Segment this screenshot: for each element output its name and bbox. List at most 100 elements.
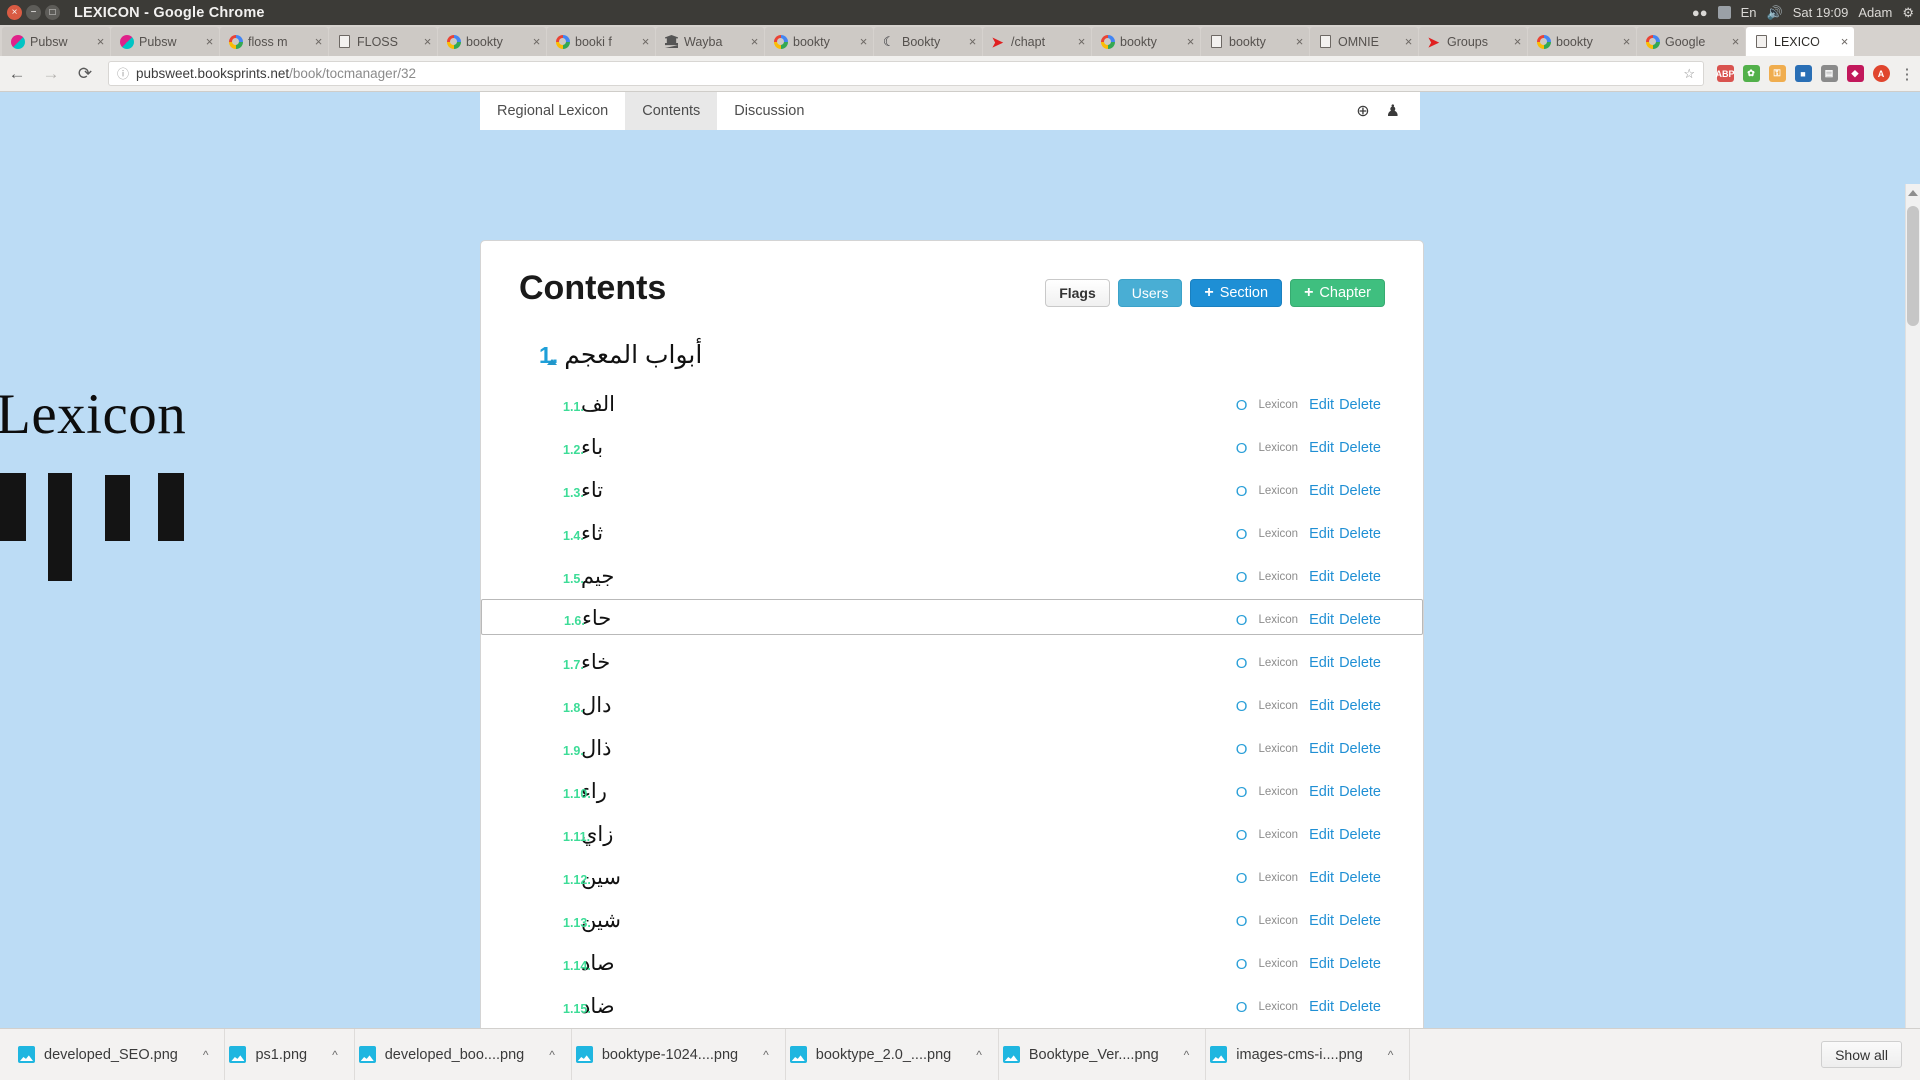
tab-close-icon[interactable]: × (1730, 35, 1741, 48)
edit-link[interactable]: Edit (1309, 526, 1334, 542)
chevron-up-icon[interactable]: ^ (332, 1048, 338, 1062)
browser-tab[interactable]: Google × (1637, 27, 1745, 56)
delete-link[interactable]: Delete (1339, 784, 1381, 800)
browser-tab[interactable]: Pubsw × (111, 27, 219, 56)
browser-tab[interactable]: floss m × (220, 27, 328, 56)
delete-link[interactable]: Delete (1339, 827, 1381, 843)
browser-tab[interactable]: ☾ Bookty × (874, 27, 982, 56)
toc-row[interactable]: 1.5. جيم O Lexicon Edit Delete (481, 549, 1423, 592)
tab-close-icon[interactable]: × (422, 35, 433, 48)
flags-button[interactable]: Flags (1045, 279, 1110, 307)
chevron-up-icon[interactable]: ^ (549, 1048, 555, 1062)
edit-link[interactable]: Edit (1309, 698, 1334, 714)
chevron-up-icon[interactable]: ^ (1184, 1048, 1190, 1062)
status-badge[interactable]: O (1236, 613, 1248, 628)
toc-row[interactable]: 1.3. تاء O Lexicon Edit Delete (481, 463, 1423, 506)
delete-link[interactable]: Delete (1339, 741, 1381, 757)
pink-extension[interactable]: ◆ (1842, 56, 1868, 92)
status-badge[interactable]: O (1236, 441, 1248, 456)
delete-link[interactable]: Delete (1339, 698, 1381, 714)
delete-link[interactable]: Delete (1339, 569, 1381, 585)
chevron-up-icon[interactable]: ^ (763, 1048, 769, 1062)
browser-tab[interactable]: ➤ /chapt × (983, 27, 1091, 56)
status-badge[interactable]: O (1236, 1000, 1248, 1015)
clock[interactable]: Sat 19:09 (1793, 5, 1849, 20)
status-badge[interactable]: O (1236, 527, 1248, 542)
download-item[interactable]: developed_boo....png ^ (355, 1028, 572, 1080)
browser-tab[interactable]: booki f × (547, 27, 655, 56)
tab-close-icon[interactable]: × (858, 35, 869, 48)
browser-tab[interactable]: bookty × (1092, 27, 1200, 56)
gray-extension[interactable]: ▤ (1816, 56, 1842, 92)
edit-link[interactable]: Edit (1309, 612, 1334, 628)
edit-link[interactable]: Edit (1309, 784, 1334, 800)
chevron-up-icon[interactable]: ^ (976, 1048, 982, 1062)
user-icon[interactable]: ♟ (1386, 101, 1400, 121)
tab-contents[interactable]: Contents (625, 92, 718, 130)
toc-row[interactable]: 1.4. ثاء O Lexicon Edit Delete (481, 506, 1423, 549)
window-minimize-button[interactable]: − (26, 5, 41, 20)
delete-link[interactable]: Delete (1339, 956, 1381, 972)
status-badge[interactable]: O (1236, 828, 1248, 843)
delete-link[interactable]: Delete (1339, 440, 1381, 456)
chevron-up-icon[interactable] (547, 359, 557, 365)
toc-row[interactable]: 1.11. زاي O Lexicon Edit Delete (481, 807, 1423, 850)
status-badge[interactable]: O (1236, 785, 1248, 800)
address-bar[interactable]: ⓘ pubsweet.booksprints.net/book/tocmanag… (108, 61, 1704, 86)
toc-row[interactable]: 1.2. باء O Lexicon Edit Delete (481, 420, 1423, 463)
download-item[interactable]: images-cms-i....png ^ (1206, 1028, 1411, 1080)
browser-tab[interactable]: Wayba × (656, 27, 764, 56)
blue-extension[interactable]: ■ (1790, 56, 1816, 92)
forward-button[interactable]: → (34, 56, 68, 92)
edit-link[interactable]: Edit (1309, 913, 1334, 929)
toc-row[interactable]: 1.14. صاد O Lexicon Edit Delete (481, 936, 1423, 979)
browser-tab[interactable]: bookty × (765, 27, 873, 56)
scrollbar-thumb[interactable] (1907, 206, 1919, 326)
edit-link[interactable]: Edit (1309, 956, 1334, 972)
status-badge[interactable]: O (1236, 957, 1248, 972)
page-info-icon[interactable]: ⓘ (117, 65, 129, 82)
status-badge[interactable]: O (1236, 656, 1248, 671)
edit-link[interactable]: Edit (1309, 397, 1334, 413)
delete-link[interactable]: Delete (1339, 999, 1381, 1015)
status-badge[interactable]: O (1236, 699, 1248, 714)
delete-link[interactable]: Delete (1339, 483, 1381, 499)
tab-close-icon[interactable]: × (204, 35, 215, 48)
keyboard-layout-indicator[interactable]: En (1741, 5, 1757, 20)
tab-close-icon[interactable]: × (749, 35, 760, 48)
toc-row[interactable]: 1.8. دال O Lexicon Edit Delete (481, 678, 1423, 721)
toc-row[interactable]: 1.13. شين O Lexicon Edit Delete (481, 893, 1423, 936)
browser-tab[interactable]: Pubsw × (2, 27, 110, 56)
toc-row[interactable]: 1.10. راء O Lexicon Edit Delete (481, 764, 1423, 807)
page-scrollbar[interactable] (1905, 184, 1920, 1052)
users-button[interactable]: Users (1117, 279, 1183, 307)
delete-link[interactable]: Delete (1339, 397, 1381, 413)
edit-link[interactable]: Edit (1309, 870, 1334, 886)
reload-button[interactable]: ⟳ (68, 56, 102, 92)
add-section-button[interactable]: + Section (1190, 279, 1283, 307)
network-icon[interactable]: ●● (1692, 5, 1708, 20)
toc-chapter-row[interactable]: 1. أبواب المعجم (481, 333, 1423, 377)
tab-close-icon[interactable]: × (1621, 35, 1632, 48)
back-button[interactable]: ← (0, 56, 34, 92)
download-item[interactable]: booktype_2.0_....png ^ (786, 1028, 999, 1080)
power-icon[interactable]: ⚙ (1902, 5, 1914, 21)
browser-tab[interactable]: bookty × (1201, 27, 1309, 56)
volume-icon[interactable]: 🔊 (1767, 5, 1783, 21)
status-badge[interactable]: O (1236, 484, 1248, 499)
browser-tab[interactable]: FLOSS × (329, 27, 437, 56)
toc-row[interactable]: 1.15. ضاد O Lexicon Edit Delete (481, 979, 1423, 1022)
scroll-up-icon[interactable] (1908, 190, 1918, 196)
browser-tab[interactable]: ➤ Groups × (1419, 27, 1527, 56)
status-badge[interactable]: O (1236, 398, 1248, 413)
show-all-downloads-button[interactable]: Show all (1821, 1041, 1902, 1068)
toc-row[interactable]: 1.7. خاء O Lexicon Edit Delete (481, 635, 1423, 678)
edit-link[interactable]: Edit (1309, 655, 1334, 671)
download-item[interactable]: developed_SEO.png ^ (14, 1028, 226, 1080)
tab-regional-lexicon[interactable]: Regional Lexicon (480, 92, 625, 130)
chevron-up-icon[interactable]: ^ (203, 1048, 209, 1062)
lock-extension[interactable]: ⚿ (1764, 56, 1790, 92)
user-menu[interactable]: Adam (1858, 5, 1892, 20)
abp-extension[interactable]: ABP (1712, 56, 1738, 92)
edit-link[interactable]: Edit (1309, 483, 1334, 499)
